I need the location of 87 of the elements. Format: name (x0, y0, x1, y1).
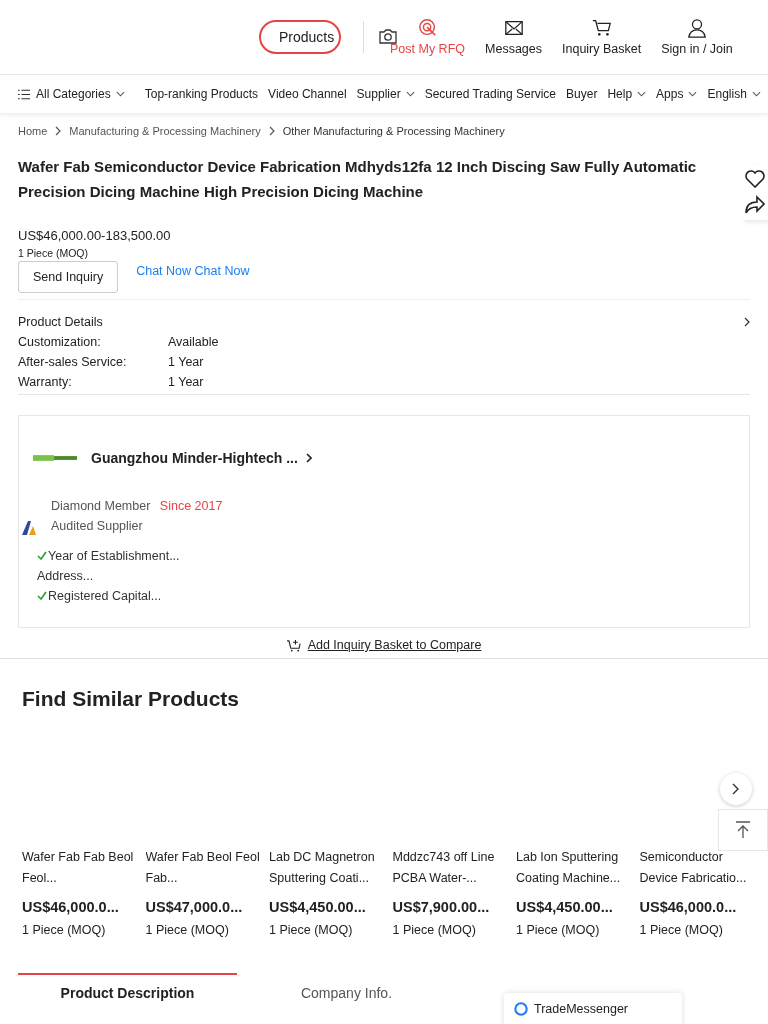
section-heading: Find Similar Products (22, 687, 241, 711)
chevron-right-icon (55, 126, 62, 136)
supplier-name-link[interactable]: Guangzhou Minder-Hightech ... (91, 450, 298, 466)
header-action-label: Sign in / Join (661, 42, 733, 56)
product-name-link[interactable]: Mddzc743 off Line PCBA Water-... (392, 847, 508, 889)
chevron-right-icon (305, 453, 312, 463)
header-action-label: Post My RFQ (390, 42, 465, 56)
nav-menu-item[interactable]: Apps (656, 87, 698, 101)
all-categories-menu[interactable]: All Categories (18, 87, 125, 101)
product-price: US$46,000.0... (22, 899, 120, 915)
moq-text: 1 Piece (MOQ) (639, 923, 724, 937)
arrow-up-icon (735, 821, 751, 839)
audited-badge-icon (21, 520, 37, 536)
back-to-top-button[interactable] (718, 809, 768, 851)
detail-label: Warranty: (18, 375, 73, 389)
nav-menu-item[interactable]: Buyer (566, 87, 598, 101)
header-action-label: Inquiry Basket (562, 42, 642, 56)
product-name-link[interactable]: Semiconductor Device Fabricatio... (639, 847, 755, 889)
company-logo-icon (33, 453, 77, 463)
chevron-down-icon (637, 91, 647, 97)
chevron-down-icon (405, 91, 415, 97)
nav-menu-item[interactable]: Top-ranking Products (144, 87, 259, 101)
product-name-link[interactable]: Wafer Fab Beol Feol Fab... (145, 847, 261, 889)
product-price: US$7,900.00... (392, 899, 491, 915)
next-arrow-button[interactable] (720, 773, 752, 805)
breadcrumb-link[interactable]: Other Manufacturing & Processing Machinery (282, 125, 505, 137)
heart-icon[interactable] (744, 169, 766, 189)
chevron-right-icon (732, 783, 740, 795)
messenger-widget[interactable]: TradeMessenger (504, 993, 682, 1024)
chevron-right-icon[interactable] (744, 317, 750, 327)
list-icon (18, 88, 30, 100)
product-name-link[interactable]: Lab Ion Sputtering Coating Machine... (516, 847, 632, 889)
chevron-down-icon (688, 91, 698, 97)
chevron-down-icon (751, 91, 761, 97)
moq-text: 1 Piece (MOQ) (269, 923, 354, 937)
detail-value: Available (168, 335, 219, 349)
target-icon (417, 18, 438, 38)
moq-text: 1 Piece (MOQ) (22, 923, 107, 937)
product-price: US$4,450.00... (516, 899, 614, 915)
tab[interactable]: Product Description (18, 973, 237, 1001)
header-action[interactable]: Inquiry Basket (562, 18, 642, 56)
share-icon[interactable] (744, 195, 766, 215)
nav-menu-item[interactable]: Help (607, 87, 647, 101)
cart-icon (591, 18, 612, 38)
audited-supplier-text: Audited Supplier (51, 518, 144, 535)
send-inquiry-button[interactable]: Send Inquiry (18, 261, 119, 293)
product-title: Wafer Fab Semiconductor Device Fabrication Mdhyds12fa 12 Inch Discing Saw Fully Automatic Precision Dicing Machine High Precision Dicing Machine (18, 157, 698, 202)
nav-menu-item[interactable]: Video Channel (268, 87, 347, 101)
detail-value: 1 Year (168, 375, 204, 389)
nav-menu-item[interactable]: Supplier (356, 87, 415, 101)
price-range: US$46,000.00-183,500.00 (18, 228, 172, 243)
header-action[interactable]: Sign in / Join (661, 18, 733, 56)
chevron-down-icon (115, 91, 125, 97)
moq-text: 1 Piece (MOQ) (392, 923, 477, 937)
supplier-fact: Address... (37, 568, 94, 585)
search-scope-dropdown[interactable]: Products (259, 20, 341, 54)
camera-icon[interactable] (378, 28, 398, 44)
supplier-fact: Registered Capital... (48, 588, 162, 605)
detail-label: After-sales Service: (18, 355, 128, 369)
section-heading: Product Details (18, 315, 103, 329)
supplier-fact: Year of Establishment... (48, 548, 180, 565)
cart-add-icon (286, 638, 302, 652)
chat-now-link[interactable]: Chat Now Chat Now (136, 264, 250, 278)
detail-value: 1 Year (168, 355, 204, 369)
moq-text: 1 Piece (MOQ) (145, 923, 230, 937)
product-price: US$4,450.00... (269, 899, 367, 915)
breadcrumb-link[interactable]: Home (18, 125, 48, 137)
chevron-right-icon (268, 126, 275, 136)
membership-text: Diamond Member (51, 499, 151, 513)
since-year-text: Since 2017 (159, 499, 223, 513)
header-action[interactable]: Messages (485, 18, 542, 56)
detail-label: Customization: (18, 335, 102, 349)
header-action-label: Messages (485, 42, 542, 56)
product-price: US$46,000.0... (639, 899, 738, 915)
product-name-link[interactable]: Wafer Fab Fab Beol Feol... (22, 847, 138, 889)
nav-menu-item[interactable]: Secured Trading Service (424, 87, 557, 101)
product-name-link[interactable]: Lab DC Magnetron Sputtering Coati... (269, 847, 385, 889)
user-icon (687, 18, 707, 38)
header-action[interactable]: Post My RFQ (390, 18, 465, 56)
product-price: US$47,000.0... (145, 899, 244, 915)
moq-text: 1 Piece (MOQ) (18, 247, 89, 259)
moq-text: 1 Piece (MOQ) (516, 923, 601, 937)
breadcrumb-link[interactable]: Manufacturing & Processing Machinery (69, 125, 261, 137)
tab[interactable]: Company Info. (237, 973, 456, 1001)
envelope-icon (503, 18, 524, 38)
compare-link[interactable]: Add Inquiry Basket to Compare (286, 638, 482, 652)
nav-menu-item[interactable]: English (707, 87, 761, 101)
